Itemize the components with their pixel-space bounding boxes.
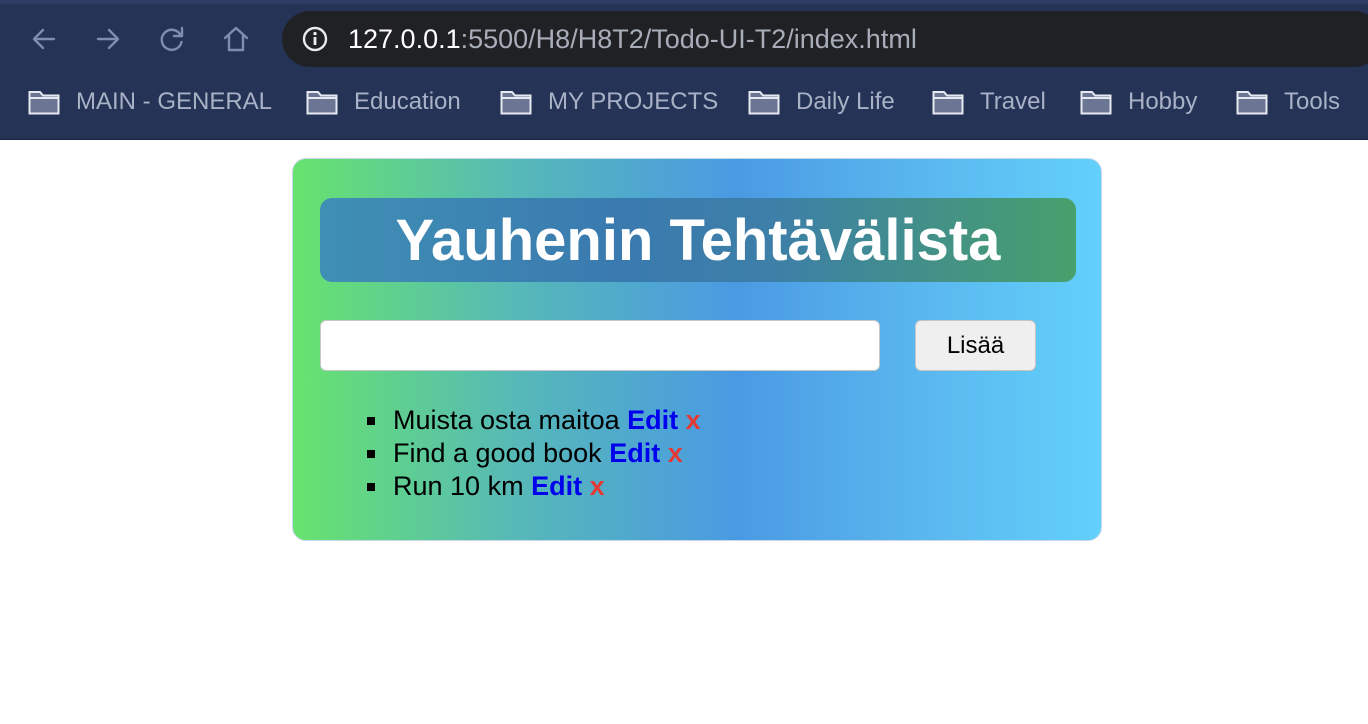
bookmark-label: Travel [980,88,1046,115]
edit-button[interactable]: Edit [531,471,582,501]
edit-button[interactable]: Edit [627,405,678,435]
bullet-icon [367,483,375,491]
folder-icon [28,91,60,115]
folder-icon [306,91,338,115]
delete-button[interactable]: x [686,405,701,435]
list-item: Muista osta maitoa Edit x [367,404,701,437]
todo-text: Muista osta maitoa [393,405,620,435]
folder-icon [1236,91,1268,115]
forward-button[interactable] [91,22,125,56]
bookmark-label: MAIN - GENERAL [76,88,273,115]
delete-button[interactable]: x [590,471,605,501]
bookmark-travel[interactable]: Travel [932,86,1046,118]
bookmark-label: Hobby [1128,88,1198,115]
bookmark-tools[interactable]: Tools [1236,86,1340,118]
todo-list: Muista osta maitoa Edit x Find a good bo… [367,404,701,503]
address-bar[interactable]: 127.0.0.1:5500/H8/H8T2/Todo-UI-T2/index.… [282,11,1368,67]
list-item: Find a good book Edit x [367,437,701,470]
arrow-right-icon [96,28,120,50]
bookmark-daily-life[interactable]: Daily Life [748,86,895,118]
home-icon [223,26,249,52]
folder-icon [1080,91,1112,115]
bookmark-my-projects[interactable]: MY PROJECTS [500,86,718,118]
todo-text: Find a good book [393,438,602,468]
list-item: Run 10 km Edit x [367,470,701,503]
edit-button[interactable]: Edit [609,438,660,468]
window-edge [0,0,1368,4]
bookmark-main-general[interactable]: MAIN - GENERAL [28,86,272,118]
bookmarks-bar: MAIN - GENERAL Education MY PROJECTS Dai… [0,80,1368,124]
todo-text: Run 10 km [393,471,524,501]
reload-icon [160,26,184,51]
info-icon[interactable] [302,26,328,52]
bookmark-education[interactable]: Education [306,86,461,118]
bookmark-label: Education [354,88,461,115]
bookmark-label: MY PROJECTS [548,88,719,115]
folder-icon [932,91,964,115]
folder-icon [500,91,532,115]
title-banner: Yauhenin Tehtävälista [320,198,1076,282]
bookmark-label: Daily Life [796,88,895,115]
url-host: 127.0.0.1 [348,24,461,54]
url-text[interactable]: 127.0.0.1:5500/H8/H8T2/Todo-UI-T2/index.… [348,23,917,55]
back-button[interactable] [27,22,61,56]
home-button[interactable] [219,22,253,56]
todo-card: Yauhenin Tehtävälista Lisää Muista osta … [292,158,1102,541]
arrow-left-icon [32,28,56,50]
delete-button[interactable]: x [668,438,683,468]
bookmark-hobby[interactable]: Hobby [1080,86,1197,118]
bullet-icon [367,417,375,425]
bullet-icon [367,450,375,458]
add-button[interactable]: Lisää [915,320,1036,371]
bookmark-label: Tools [1284,88,1341,115]
reload-button[interactable] [155,22,189,56]
page-title: Yauhenin Tehtävälista [395,207,1001,273]
browser-toolbar: 127.0.0.1:5500/H8/H8T2/Todo-UI-T2/index.… [0,0,1368,140]
url-path: :5500/H8/H8T2/Todo-UI-T2/index.html [460,24,917,54]
folder-icon [748,91,780,115]
todo-input[interactable] [320,320,880,371]
